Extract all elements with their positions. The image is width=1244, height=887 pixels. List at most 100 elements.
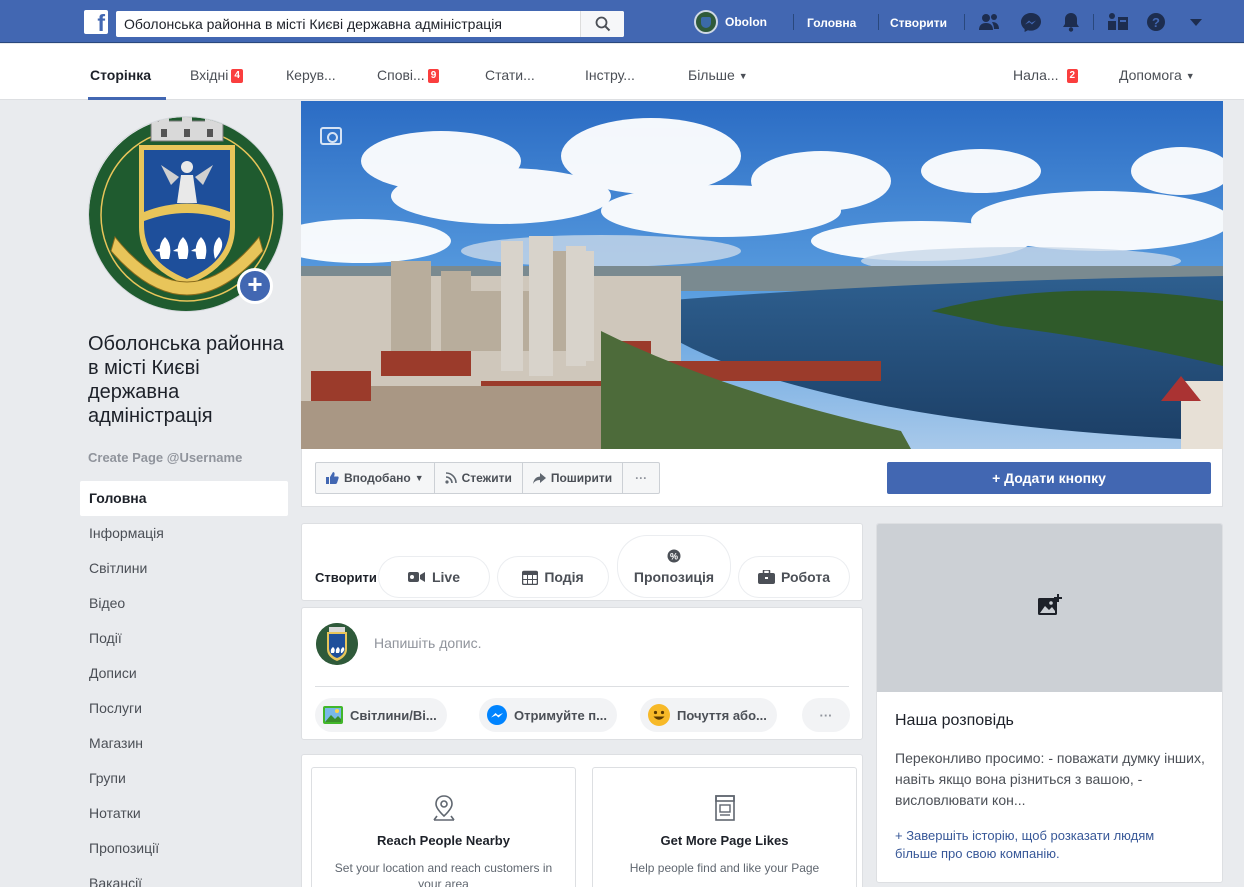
- inbox-count-badge: 4: [231, 69, 243, 83]
- story-title: Наша розповідь: [895, 712, 1014, 729]
- tab-page[interactable]: Сторінка: [90, 67, 151, 83]
- nav-divider: [1093, 14, 1094, 30]
- nav-divider: [964, 14, 965, 30]
- photo-video-button[interactable]: Світлини/Ві...: [315, 698, 447, 732]
- tab-settings[interactable]: Нала... 2: [1013, 67, 1079, 83]
- sidebar-item-jobs[interactable]: Вакансії: [80, 866, 288, 887]
- our-story-card: Наша розповідь Переконливо просимо: - по…: [876, 523, 1223, 883]
- divider: [315, 686, 849, 687]
- tab-tools[interactable]: Інстру...: [585, 67, 635, 83]
- location-pin-icon: [432, 795, 455, 821]
- caret-down-icon: ▼: [414, 473, 424, 483]
- sidebar-item-notes[interactable]: Нотатки: [80, 796, 288, 831]
- create-post-types-card: Створити Live Подія % Пропозиція Робота: [301, 523, 863, 601]
- follow-button[interactable]: Стежити: [435, 463, 523, 493]
- get-messages-button[interactable]: Отримуйте п...: [479, 698, 617, 732]
- more-options-button[interactable]: ···: [802, 698, 850, 732]
- notifications-count-badge: 9: [427, 69, 440, 83]
- sidebar-item-photos[interactable]: Світлини: [80, 551, 288, 586]
- cover-photo[interactable]: [301, 101, 1223, 449]
- tab-manage[interactable]: Керув...: [286, 67, 336, 83]
- svg-text:?: ?: [1152, 15, 1160, 30]
- search-input[interactable]: Оболонська районна в місті Києві державн…: [124, 16, 502, 32]
- tab-settings-label: Нала...: [1013, 67, 1059, 83]
- search-button[interactable]: [580, 11, 624, 37]
- calendar-icon: [522, 570, 539, 585]
- photo-icon: [323, 706, 343, 724]
- help-icon[interactable]: ?: [1145, 12, 1167, 32]
- promo-description: Set your location and reach customers in…: [334, 861, 553, 887]
- story-image-placeholder[interactable]: [877, 524, 1222, 692]
- tab-more[interactable]: Більше ▼: [688, 67, 748, 83]
- settings-count-badge: 2: [1066, 69, 1079, 83]
- profile-link[interactable]: Obolon: [694, 9, 767, 35]
- get-messages-label: Отримуйте п...: [514, 707, 607, 723]
- pages-feed-icon[interactable]: [1107, 12, 1129, 32]
- messenger-icon[interactable]: [1020, 12, 1042, 32]
- nav-divider: [793, 14, 794, 30]
- more-options-button[interactable]: ···: [623, 463, 659, 493]
- offer-button[interactable]: % Пропозиція: [617, 535, 731, 598]
- feeling-activity-button[interactable]: Почуття або...: [640, 698, 777, 732]
- briefcase-icon: [757, 570, 775, 584]
- share-arrow-icon: [532, 472, 546, 484]
- create-username-link[interactable]: Create Page @Username: [88, 450, 242, 465]
- page-management-nav: Сторінка Вхідні 4 Керув... Спові... 9 Стат…: [0, 44, 1244, 100]
- tab-notifications[interactable]: Спові... 9: [377, 67, 440, 83]
- sidebar-item-events[interactable]: Події: [80, 621, 288, 656]
- sidebar-item-offers[interactable]: Пропозиції: [80, 831, 288, 866]
- sidebar-menu: Головна Інформація Світлини Відео Події …: [80, 481, 288, 887]
- rss-icon: [445, 472, 457, 484]
- page-icon: [714, 795, 735, 821]
- share-label: Поширити: [550, 471, 613, 485]
- tab-stats[interactable]: Стати...: [485, 67, 535, 83]
- promo-title: Reach People Nearby: [377, 833, 510, 848]
- cover-photo-image: [301, 101, 1223, 449]
- facebook-logo[interactable]: [84, 10, 108, 37]
- liked-label: Вподобано: [344, 471, 411, 485]
- complete-story-link[interactable]: + Завершіть історію, щоб розказати людям…: [895, 827, 1195, 863]
- job-button[interactable]: Робота: [738, 556, 850, 598]
- page-actions-group: Вподобано ▼ Стежити Поширити ···: [315, 462, 661, 494]
- event-button[interactable]: Подія: [497, 556, 609, 598]
- home-link[interactable]: Головна: [807, 16, 856, 30]
- promo-title: Get More Page Likes: [660, 833, 789, 848]
- liked-button[interactable]: Вподобано ▼: [316, 463, 435, 493]
- promotion-cards-container: Reach People Nearby Set your location an…: [301, 754, 863, 887]
- sidebar-item-groups[interactable]: Групи: [80, 761, 288, 796]
- reach-people-card[interactable]: Reach People Nearby Set your location an…: [311, 767, 576, 887]
- offer-label: Пропозиція: [633, 568, 715, 585]
- tab-inbox[interactable]: Вхідні 4: [190, 67, 243, 83]
- caret-down-icon: ▼: [738, 71, 748, 81]
- page-title: Оболонська районна в місті Києві державн…: [88, 333, 284, 427]
- svg-text:%: %: [670, 551, 678, 561]
- tab-help[interactable]: Допомога ▼: [1119, 67, 1195, 83]
- search-icon: [595, 16, 611, 32]
- nav-divider: [878, 14, 879, 30]
- add-button[interactable]: + Додати кнопку: [887, 462, 1211, 494]
- search-box[interactable]: Оболонська районна в місті Києві державн…: [116, 11, 624, 37]
- active-tab-indicator: [88, 97, 166, 100]
- chevron-down-icon[interactable]: [1188, 12, 1204, 32]
- post-text-input[interactable]: Напишіть допис.: [374, 635, 481, 651]
- sidebar-item-home[interactable]: Головна: [80, 481, 288, 516]
- sidebar-item-about[interactable]: Інформація: [80, 516, 288, 551]
- caret-down-icon: ▼: [1185, 71, 1195, 81]
- sidebar-item-videos[interactable]: Відео: [80, 586, 288, 621]
- share-button[interactable]: Поширити: [523, 463, 624, 493]
- tab-more-label: Більше: [688, 67, 735, 83]
- sidebar-item-shop[interactable]: Магазин: [80, 726, 288, 761]
- friend-requests-icon[interactable]: [978, 12, 1000, 32]
- live-button[interactable]: Live: [378, 556, 490, 598]
- sidebar-item-posts[interactable]: Дописи: [80, 656, 288, 691]
- notifications-bell-icon[interactable]: [1060, 12, 1082, 32]
- add-photo-icon: [1038, 594, 1062, 615]
- sidebar-item-services[interactable]: Послуги: [80, 691, 288, 726]
- get-page-likes-card[interactable]: Get More Page Likes Help people find and…: [592, 767, 857, 887]
- avatar: [694, 10, 718, 34]
- add-profile-photo-button[interactable]: +: [237, 268, 273, 304]
- promo-description: Help people find and like your Page: [629, 861, 820, 875]
- create-link[interactable]: Створити: [890, 16, 947, 30]
- camera-icon[interactable]: [320, 127, 342, 145]
- profile-name: Obolon: [725, 15, 767, 29]
